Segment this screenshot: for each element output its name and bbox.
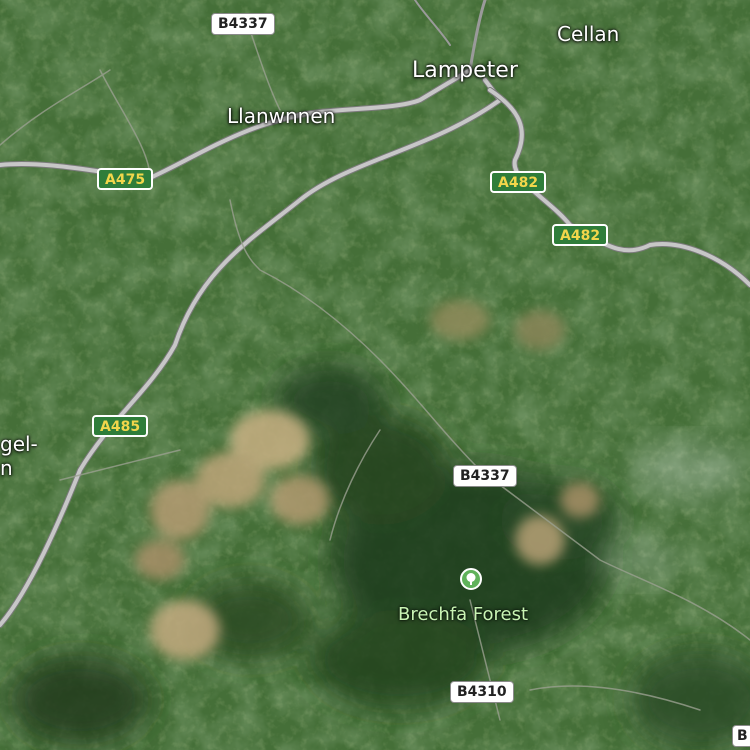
place-label-partial-left[interactable]: gel- n bbox=[0, 432, 38, 480]
road-shield-b4337-mid[interactable]: B4337 bbox=[453, 465, 517, 487]
road-shield-a475[interactable]: A475 bbox=[97, 168, 154, 190]
tree-glyph bbox=[466, 573, 476, 585]
place-label-cellan[interactable]: Cellan bbox=[557, 24, 619, 44]
road-shield-a482[interactable]: A482 bbox=[490, 171, 547, 193]
tree-icon[interactable] bbox=[460, 568, 482, 590]
road-shield-b-edge[interactable]: B bbox=[732, 725, 750, 747]
place-label-llanwnnen[interactable]: Llanwnnen bbox=[227, 106, 335, 126]
road-shield-a482-2[interactable]: A482 bbox=[552, 224, 609, 246]
road-shield-b4337-top[interactable]: B4337 bbox=[211, 13, 275, 35]
poi-label-brechfa-forest[interactable]: Brechfa Forest bbox=[398, 604, 528, 625]
place-label-lampeter[interactable]: Lampeter bbox=[412, 60, 518, 82]
road-shield-a485[interactable]: A485 bbox=[92, 415, 149, 437]
road-shield-b4310[interactable]: B4310 bbox=[450, 681, 514, 703]
satellite-map[interactable]: Lampeter Cellan Llanwnnen gel- n A475 A4… bbox=[0, 0, 750, 750]
road-network bbox=[0, 0, 750, 721]
road-a485 bbox=[0, 77, 503, 628]
